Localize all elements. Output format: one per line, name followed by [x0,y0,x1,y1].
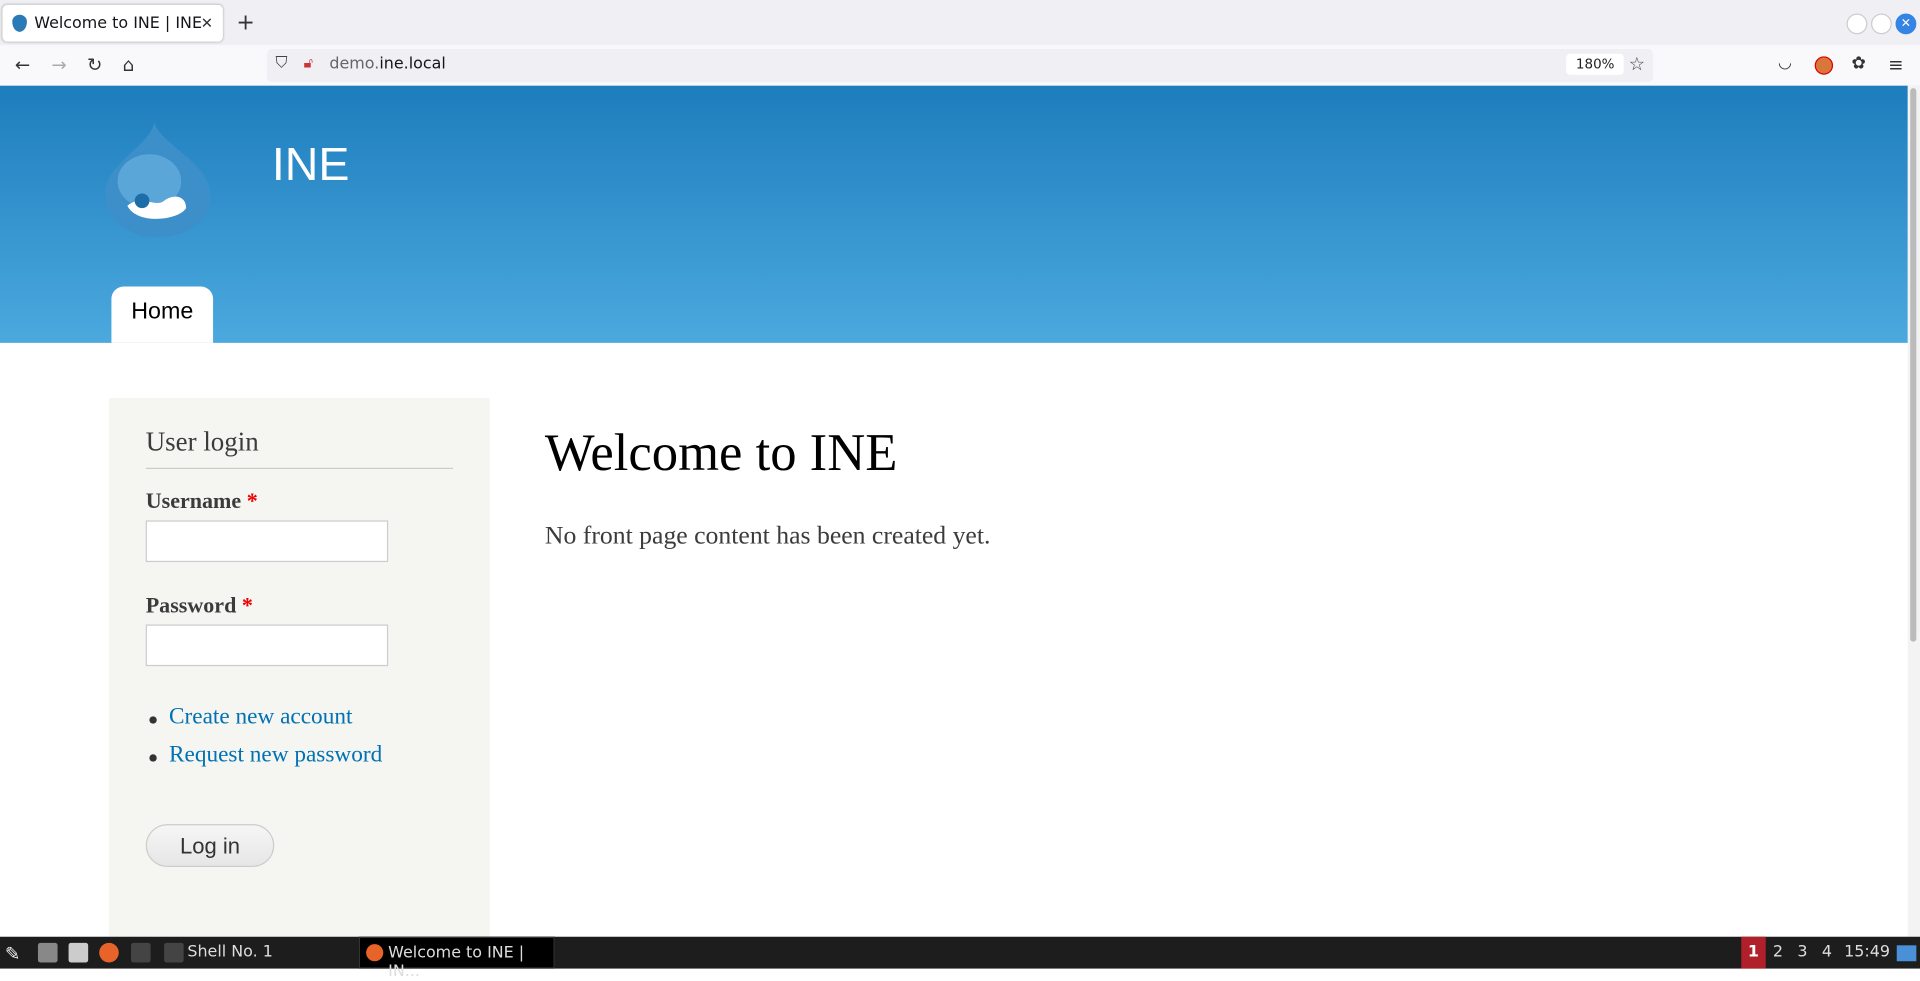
login-button[interactable]: Log in [145,824,275,867]
window-title: Welcome to INE | IN... [388,944,525,981]
zoom-level-button[interactable]: 180% [1566,53,1625,75]
url-prefix: demo. [329,55,380,74]
workspace-1[interactable]: 1 [1741,936,1766,969]
password-input[interactable] [145,624,389,667]
request-password-link[interactable]: Request new password [169,742,382,768]
username-input[interactable] [145,520,389,563]
pocket-icon[interactable]: ◡ [1778,54,1792,72]
bookmark-star-icon[interactable]: ☆ [1629,53,1645,75]
reload-icon[interactable]: ↻ [87,54,102,76]
browser-tab[interactable]: Welcome to INE | INE ✕ [2,4,223,42]
page-message: No front page content has been created y… [544,520,991,550]
workspace-4[interactable]: 4 [1815,937,1839,969]
site-header: INE Home [0,85,1908,343]
notification-icon[interactable] [1896,945,1917,962]
forward-icon[interactable]: → [51,54,66,76]
shield-icon[interactable]: ⛉ [276,54,288,72]
back-icon[interactable]: ← [15,54,30,76]
drupal-favicon-icon [12,14,27,32]
taskbar: ✎ Shell No. 1 Welcome to INE | IN... 1 2… [0,936,1920,981]
taskbar-shell[interactable]: Shell No. 1 [187,943,273,961]
divider [145,467,454,469]
site-name[interactable]: INE [272,140,350,193]
minimize-button[interactable] [1846,13,1868,35]
scrollbar[interactable] [1907,85,1920,937]
url-domain: ine.local [379,55,446,74]
new-tab-icon[interactable]: + [236,10,254,36]
login-title: User login [145,426,259,457]
password-label: Password * [145,592,253,618]
drupal-logo[interactable] [105,120,211,238]
login-links: Create new account Request new password [146,704,382,780]
url-bar[interactable]: ⛉ 🔓︎ demo.ine.local 180% ☆ [266,48,1654,83]
insecure-lock-icon[interactable]: 🔓︎ [304,54,314,72]
page-title: Welcome to INE [544,424,898,483]
create-account-link[interactable]: Create new account [169,704,352,730]
app-menu-icon[interactable]: ✎ [5,943,25,965]
browser-tab-bar: Welcome to INE | INE ✕ + ✕ [0,0,1920,46]
close-window-button[interactable]: ✕ [1895,13,1917,35]
home-icon[interactable]: ⌂ [122,54,134,76]
text-editor-icon[interactable] [68,942,89,963]
taskbar-firefox-window[interactable]: Welcome to INE | IN... [358,936,555,981]
tab-title: Welcome to INE | INE [34,14,203,33]
firefox-icon[interactable] [99,942,119,963]
close-tab-icon[interactable]: ✕ [201,15,213,32]
user-login-block: User login Username * Password * Create … [108,397,490,937]
browser-toolbar: ← → ↻ ⌂ ⛉ 🔓︎ demo.ine.local 180% ☆ ◡ ✿ ≡ [0,45,1920,87]
file-manager-icon[interactable] [37,942,58,963]
workspace-3[interactable]: 3 [1790,937,1814,969]
workspace-2[interactable]: 2 [1766,937,1790,969]
terminal-icon[interactable] [131,942,151,963]
extension-blocked-icon[interactable] [1814,56,1834,75]
maximize-button[interactable] [1871,13,1892,35]
username-label: Username * [145,488,258,514]
cookie-icon[interactable]: ✿ [1851,54,1865,74]
shell-window-icon [164,942,184,963]
firefox-icon [366,944,384,962]
nav-tab-home[interactable]: Home [111,286,214,343]
menu-icon[interactable]: ≡ [1888,54,1903,76]
clock: 15:49 [1844,942,1890,962]
scrollbar-thumb[interactable] [1910,88,1917,642]
